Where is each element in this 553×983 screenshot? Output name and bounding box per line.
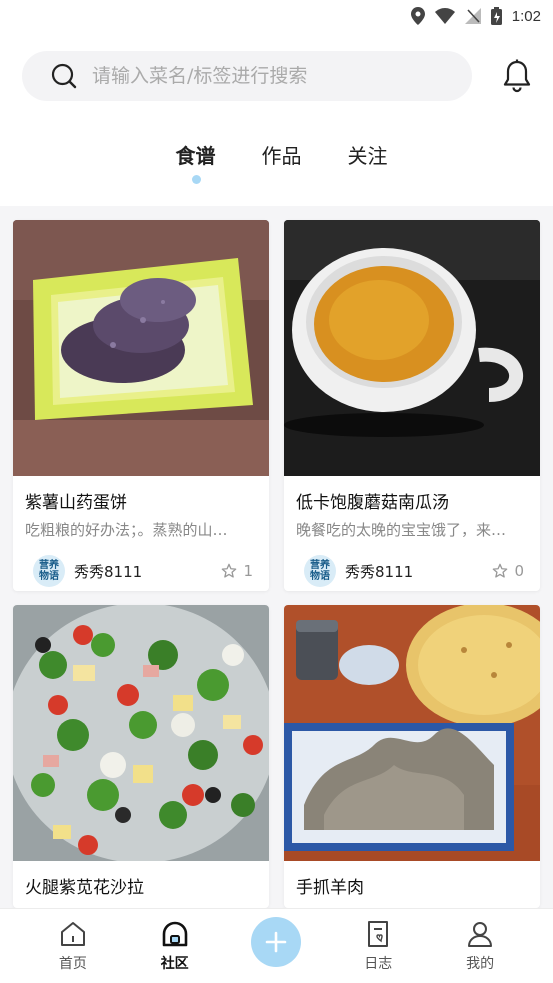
recipe-title: 火腿紫苋花沙拉 <box>25 878 144 898</box>
wifi-icon <box>434 8 455 24</box>
recipe-card[interactable]: 低卡饱腹蘑菇南瓜汤 晚餐吃的太晚的宝宝饿了，来… 营养 物语 秀秀8111 0 <box>284 220 540 591</box>
recipe-description: 吃粗粮的好办法；。蒸熟的山… <box>25 521 228 539</box>
star-icon <box>493 563 508 578</box>
recipe-image <box>13 220 269 476</box>
avatar[interactable]: 营养 物语 <box>33 555 65 587</box>
tab-works[interactable]: 作品 <box>261 140 303 169</box>
status-time: 1:02 <box>511 7 541 25</box>
signal-icon <box>464 8 481 24</box>
recipe-image <box>284 605 540 861</box>
nav-journal[interactable]: 日志 <box>343 919 413 973</box>
status-bar: 1:02 <box>0 0 553 32</box>
recipe-image <box>284 220 540 476</box>
journal-icon <box>368 921 389 947</box>
home-icon <box>60 922 85 946</box>
tab-bar: 食谱 作品 关注 <box>0 140 553 184</box>
like-button[interactable]: 1 <box>221 562 253 580</box>
add-button[interactable] <box>251 917 302 967</box>
tab-recipes[interactable]: 食谱 <box>175 140 217 184</box>
community-icon <box>162 921 187 947</box>
card-footer: 营养 物语 秀秀8111 1 <box>25 554 257 588</box>
nav-journal-label: 日志 <box>364 956 393 972</box>
recipe-image <box>13 605 269 861</box>
recipe-title: 手抓羊肉 <box>296 878 364 898</box>
author-name[interactable]: 秀秀8111 <box>74 561 142 582</box>
bell-icon <box>503 59 531 93</box>
search-icon <box>51 63 77 89</box>
recipe-title: 低卡饱腹蘑菇南瓜汤 <box>296 493 449 513</box>
like-count: 0 <box>514 562 524 580</box>
profile-icon <box>468 922 493 947</box>
nav-community-label: 社区 <box>160 956 189 972</box>
search-input[interactable] <box>92 65 422 87</box>
tab-following[interactable]: 关注 <box>347 140 389 169</box>
location-icon <box>410 7 425 25</box>
like-count: 1 <box>243 562 253 580</box>
nav-home[interactable]: 首页 <box>38 919 108 973</box>
nav-home-label: 首页 <box>58 956 87 972</box>
nav-community[interactable]: 社区 <box>140 919 210 973</box>
search-row <box>22 50 535 102</box>
search-bar[interactable] <box>22 51 472 101</box>
recipe-card[interactable]: 火腿紫苋花沙拉 <box>13 605 269 908</box>
nav-add[interactable] <box>241 917 311 967</box>
recipe-feed: 紫薯山药蛋饼 吃粗粮的好办法；。蒸熟的山… 营养 物语 秀秀8111 1 低卡饱… <box>0 206 553 908</box>
card-footer: 营养 物语 秀秀8111 0 <box>296 554 528 588</box>
recipe-description: 晚餐吃的太晚的宝宝饿了，来… <box>296 521 507 539</box>
battery-icon <box>490 7 502 25</box>
recipe-card[interactable]: 紫薯山药蛋饼 吃粗粮的好办法；。蒸熟的山… 营养 物语 秀秀8111 1 <box>13 220 269 591</box>
recipe-card[interactable]: 手抓羊肉 <box>284 605 540 908</box>
author-name[interactable]: 秀秀8111 <box>345 561 413 582</box>
nav-profile-label: 我的 <box>466 956 495 972</box>
notification-button[interactable] <box>499 58 535 94</box>
bottom-nav: 首页 社区 日志 我的 <box>0 908 553 983</box>
star-icon <box>222 563 237 578</box>
like-button[interactable]: 0 <box>492 562 524 580</box>
nav-profile[interactable]: 我的 <box>445 919 515 973</box>
recipe-title: 紫薯山药蛋饼 <box>25 493 127 513</box>
plus-icon <box>266 931 287 953</box>
avatar[interactable]: 营养 物语 <box>304 555 336 587</box>
